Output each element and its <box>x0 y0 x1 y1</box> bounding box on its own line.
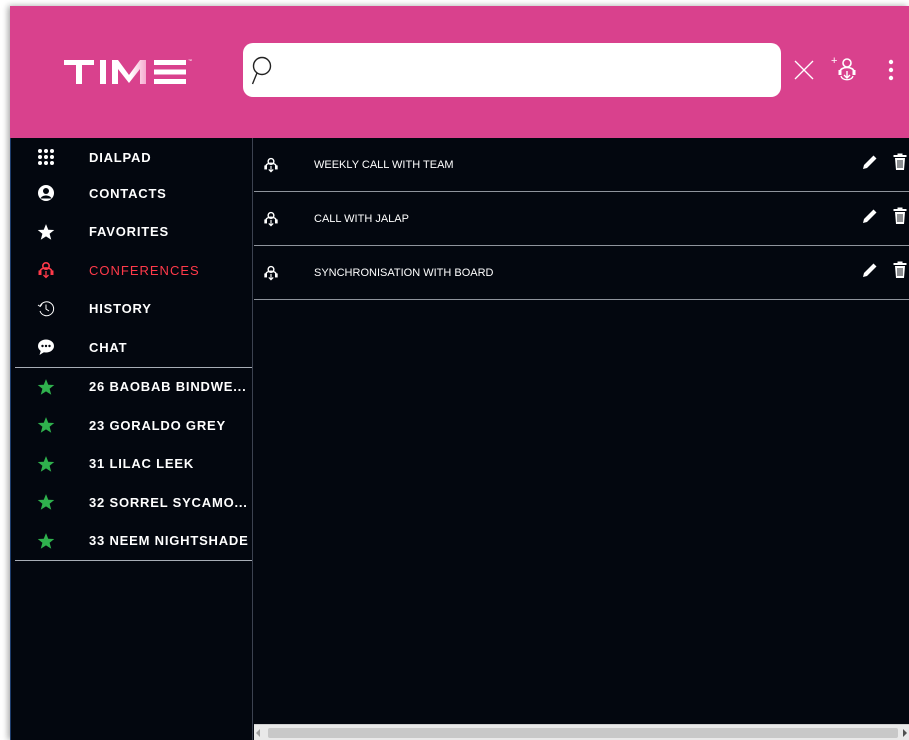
search-input[interactable] <box>279 49 781 91</box>
sidebar-item-label: CHAT <box>89 339 128 355</box>
sidebar-item-favorites[interactable]: FAVORITES <box>11 213 252 252</box>
conference-name: WEEKLY CALL WITH TEAM <box>314 158 454 171</box>
scrollbar-thumb[interactable] <box>268 728 898 738</box>
svg-text:™: ™ <box>188 58 192 63</box>
more-options-button[interactable] <box>880 54 902 90</box>
conference-row[interactable]: CALL WITH JALAP <box>254 192 909 246</box>
sidebar-item-conferences[interactable]: CONFERENCES <box>11 251 252 290</box>
sidebar-item-chat[interactable]: CHAT <box>11 328 252 367</box>
conference-icon <box>261 263 281 283</box>
favorite-contact-label: 23 GORALDO GREY <box>89 417 226 433</box>
conference-icon <box>35 259 57 281</box>
delete-conference-button[interactable] <box>891 261 909 284</box>
conference-icon <box>261 155 281 175</box>
scroll-left-arrow-icon[interactable] <box>256 729 260 737</box>
conference-list: WEEKLY CALL WITH TEAM CALL WITH JALAP SY… <box>254 138 909 728</box>
star-icon <box>35 221 57 243</box>
sidebar-item-label: FAVORITES <box>89 224 169 240</box>
sidebar-divider <box>15 560 252 561</box>
conference-icon <box>261 209 281 229</box>
conference-row[interactable]: SYNCHRONISATION WITH BOARD <box>254 246 909 300</box>
sidebar-item-label: HISTORY <box>89 301 152 317</box>
time-logo: ™ <box>54 48 214 94</box>
main-nav: DIALPAD CONTACTS FAVORITES CONFERENCES H… <box>11 138 252 367</box>
trash-icon <box>893 261 907 284</box>
favorite-contact-item[interactable]: 32 SORREL SYCAMO... <box>11 483 252 522</box>
favorite-contact-item[interactable]: 33 NEEM NIGHTSHADE <box>11 522 252 561</box>
favorite-star-icon <box>35 376 57 398</box>
history-icon <box>35 298 57 320</box>
favorite-contact-label: 33 NEEM NIGHTSHADE <box>89 533 249 549</box>
chat-icon <box>35 336 57 358</box>
scroll-right-arrow-icon[interactable] <box>903 729 907 737</box>
edit-conference-button[interactable] <box>859 262 881 284</box>
more-vertical-icon <box>888 59 894 86</box>
contacts-icon <box>35 182 57 204</box>
delete-conference-button[interactable] <box>891 153 909 176</box>
favorite-contact-label: 26 BAOBAB BINDWE... <box>89 379 247 395</box>
conference-row[interactable]: WEEKLY CALL WITH TEAM <box>254 138 909 192</box>
app-window: ™ + DIALPAD CONTACTS FAVORITES CONFERENC… <box>10 6 909 740</box>
favorites-list: 26 BAOBAB BINDWE... 23 GORALDO GREY 31 L… <box>11 368 252 561</box>
sidebar-item-label: DIALPAD <box>89 149 152 165</box>
favorite-contact-item[interactable]: 31 LILAC LEEK <box>11 445 252 484</box>
favorite-star-icon <box>35 491 57 513</box>
conference-name: CALL WITH JALAP <box>314 212 409 225</box>
add-conference-icon: + <box>830 53 860 92</box>
sidebar-item-label: CONTACTS <box>89 185 167 201</box>
edit-conference-button[interactable] <box>859 154 881 176</box>
favorite-star-icon <box>35 453 57 475</box>
app-header: ™ + <box>10 6 909 138</box>
sidebar: DIALPAD CONTACTS FAVORITES CONFERENCES H… <box>10 138 253 740</box>
sidebar-item-history[interactable]: HISTORY <box>11 290 252 329</box>
sidebar-item-contacts[interactable]: CONTACTS <box>11 174 252 213</box>
svg-text:+: + <box>831 55 837 67</box>
add-conference-button[interactable]: + <box>828 54 862 90</box>
close-icon <box>793 59 815 86</box>
favorite-contact-label: 31 LILAC LEEK <box>89 456 195 472</box>
search-icon <box>249 50 279 90</box>
pencil-icon <box>861 207 879 230</box>
favorite-contact-item[interactable]: 23 GORALDO GREY <box>11 406 252 445</box>
favorite-star-icon <box>35 530 57 552</box>
pencil-icon <box>861 153 879 176</box>
conference-name: SYNCHRONISATION WITH BOARD <box>314 266 494 279</box>
edit-conference-button[interactable] <box>859 208 881 230</box>
favorite-contact-label: 32 SORREL SYCAMO... <box>89 494 248 510</box>
sidebar-item-dialpad[interactable]: DIALPAD <box>11 140 252 174</box>
trash-icon <box>893 207 907 230</box>
delete-conference-button[interactable] <box>891 207 909 230</box>
favorite-contact-item[interactable]: 26 BAOBAB BINDWE... <box>11 368 252 407</box>
horizontal-scrollbar[interactable] <box>254 724 909 740</box>
favorite-star-icon <box>35 414 57 436</box>
sidebar-item-label: CONFERENCES <box>89 262 200 278</box>
search-bar[interactable] <box>243 43 781 97</box>
pencil-icon <box>861 261 879 284</box>
trash-icon <box>893 153 907 176</box>
clear-search-button[interactable] <box>790 54 818 90</box>
dialpad-icon <box>35 146 57 168</box>
